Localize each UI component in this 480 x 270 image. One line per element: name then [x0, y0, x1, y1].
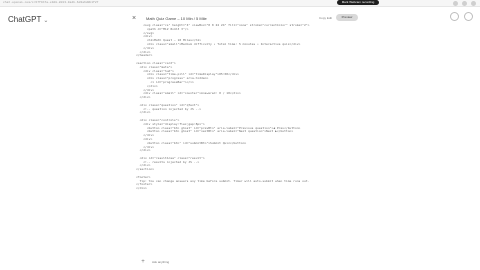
chat-input[interactable]	[150, 259, 334, 265]
canvas-tools: Copy Edit Preview	[319, 14, 358, 21]
composer: +	[140, 257, 352, 267]
more-icon[interactable]	[464, 12, 473, 21]
share-icon[interactable]	[450, 12, 459, 21]
code-editor[interactable]: <svg class="cs" height="4" viewBox="0 0 …	[136, 24, 352, 257]
right-toolbar	[450, 12, 473, 21]
plus-icon[interactable]: +	[140, 259, 146, 265]
browser-tab-bar: chat.openai.com/c/67f4b7a-e3d8-8013-9a4b…	[0, 0, 480, 7]
close-canvas-icon[interactable]: ×	[132, 15, 140, 22]
app-title[interactable]: ChatGPT ⌄	[8, 15, 48, 24]
chevron-down-icon: ⌄	[43, 18, 49, 24]
canvas-title: Math Quiz Game – 10 Min / 5 Mile	[146, 15, 207, 21]
window-controls	[453, 1, 476, 6]
settings-icon[interactable]	[462, 1, 467, 6]
close-icon[interactable]	[471, 1, 476, 6]
code-line: </div>	[136, 186, 147, 191]
copy-edit-tools[interactable]: Copy Edit	[319, 16, 332, 20]
recording-badge: Mark Webcam recording	[337, 0, 379, 5]
preview-button[interactable]: Preview	[336, 14, 358, 21]
canvas-header: × Math Quiz Game – 10 Min / 5 Mile Copy …	[132, 12, 358, 24]
record-icon[interactable]	[453, 1, 458, 6]
url-text[interactable]: chat.openai.com/c/67f4b7a-e3d8-8013-9a4b…	[3, 0, 98, 6]
